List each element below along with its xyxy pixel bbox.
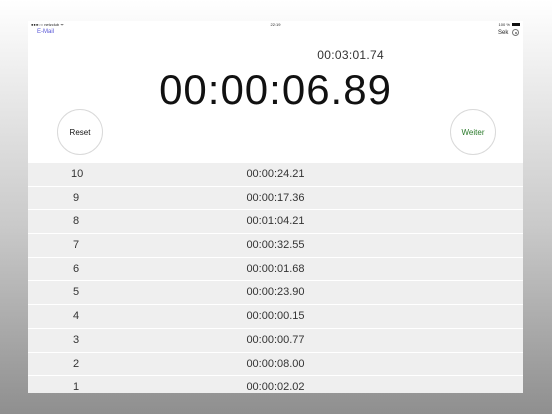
lap-duration: 00:00:00.77 [246, 333, 305, 346]
lap-row: 2 00:00:08.00 [28, 351, 523, 376]
main-timer-display: 00:00:06.89 [159, 66, 392, 113]
lap-duration: 00:00:23.90 [246, 286, 305, 299]
lap-duration: 00:00:08.00 [246, 357, 305, 370]
lap-duration: 00:00:17.36 [246, 191, 305, 204]
sek-label: Sek [497, 30, 509, 37]
lap-duration: 00:00:24.21 [246, 168, 305, 180]
lap-row: 3 00:00:00.77 [28, 327, 523, 352]
battery-percent: 100 % [498, 22, 510, 27]
settings-area[interactable]: Sek [498, 29, 519, 36]
lap-row: 5 00:00:23.90 [28, 280, 523, 304]
reset-button[interactable]: Reset [57, 109, 103, 155]
lap-duration: 00:00:01.68 [246, 262, 305, 275]
lap-row: 4 00:00:00.15 [28, 304, 523, 328]
lap-duration: 00:00:00.15 [246, 310, 305, 323]
lap-row: 8 00:01:04.21 [28, 209, 523, 233]
stopwatch-panel: 00:03:01.74 00:00:06.89 Reset Weiter [28, 40, 523, 162]
lap-row: 7 00:00:32.55 [28, 233, 523, 257]
battery-indicator: 100 % [499, 22, 520, 27]
continue-button[interactable]: Weiter [450, 109, 496, 155]
lap-list[interactable]: 10 00:00:24.21 9 00:00:17.36 8 00:01:04.21 … [28, 162, 523, 393]
lap-row: 6 00:00:01.68 [28, 256, 523, 281]
lap-row: 10 00:00:24.21 [28, 162, 523, 186]
lap-duration: 00:00:02.02 [246, 381, 305, 393]
status-time: 22:19 [270, 22, 281, 27]
battery-icon [512, 23, 520, 27]
lap-row: 1 00:00:02.02 [28, 375, 523, 393]
back-to-mail-button[interactable]: E-Mail [37, 29, 54, 35]
navigation-bar: E-Mail Sek [28, 28, 523, 40]
gear-icon[interactable] [512, 29, 519, 36]
lap-duration: 00:00:32.55 [246, 239, 305, 252]
lap-duration: 00:01:04.21 [246, 215, 305, 228]
device-screen: ●●●○○ netzclub ᯤ 22:19 100 % E-Mail Sek … [28, 21, 523, 393]
current-lap-time: 00:03:01.74 [317, 48, 384, 62]
lap-row: 9 00:00:17.36 [28, 185, 523, 210]
